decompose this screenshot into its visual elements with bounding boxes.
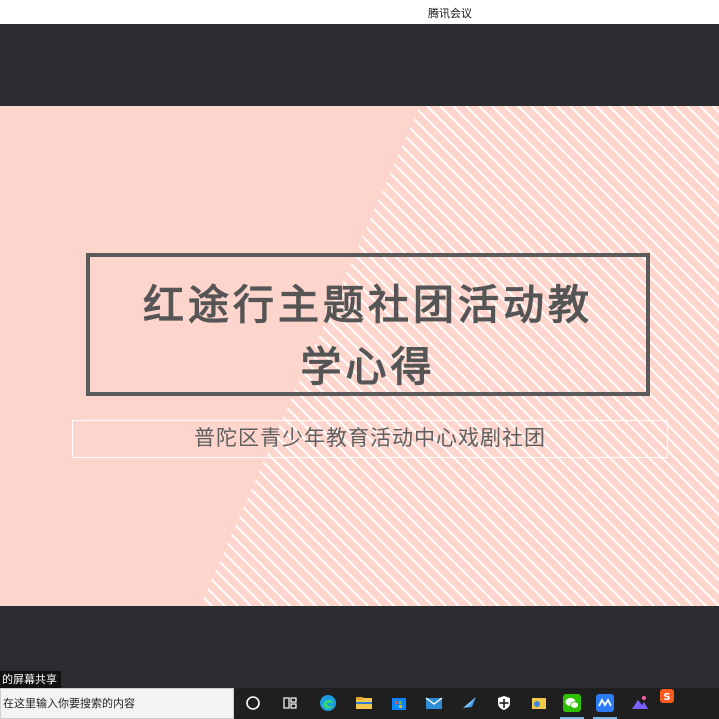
stripe-line [0, 106, 43, 606]
tencent-meeting-icon[interactable] [595, 693, 615, 713]
sogou-input-icon[interactable]: S [660, 689, 674, 703]
stripe-line [0, 106, 4, 606]
taskbar-search-input[interactable] [1, 689, 229, 718]
stripe-line [0, 106, 56, 606]
app-titlebar: 腾讯会议 [0, 0, 719, 25]
task-view-icon[interactable] [280, 693, 300, 713]
stripe-line [0, 106, 69, 606]
stripe-line [0, 106, 17, 606]
photos-app-icon[interactable] [630, 693, 650, 713]
security-shield-icon[interactable] [494, 693, 514, 713]
stripe-line [0, 106, 30, 606]
file-explorer-icon[interactable] [354, 693, 374, 713]
slide-title-frame: 红途行主题社团活动教 学心得 [86, 253, 650, 396]
mail-icon[interactable] [424, 693, 444, 713]
windows-taskbar: S [0, 688, 719, 719]
stripe-line [0, 106, 95, 606]
app-feather-icon[interactable] [460, 693, 480, 713]
cortana-icon[interactable] [243, 693, 263, 713]
microsoft-store-icon[interactable] [389, 693, 409, 713]
slide-subtitle: 普陀区青少年教育活动中心戏剧社团 [194, 426, 546, 450]
user-folder-icon[interactable] [529, 693, 549, 713]
window-title: 腾讯会议 [428, 7, 472, 20]
slide-title-line-2: 学心得 [300, 343, 436, 391]
slide-subtitle-frame: 普陀区青少年教育活动中心戏剧社团 [72, 420, 668, 458]
slide-title-line-1: 红途行主题社团活动教 [143, 281, 593, 329]
edge-browser-icon[interactable] [318, 693, 338, 713]
wechat-icon[interactable] [562, 693, 582, 713]
svg-text:S: S [663, 692, 670, 703]
presentation-slide: 红途行主题社团活动教 学心得 普陀区青少年教育活动中心戏剧社团 [0, 106, 719, 606]
taskbar-search-box[interactable] [0, 688, 234, 719]
screen-share-label: 的屏幕共享 [0, 671, 61, 688]
stripe-line [0, 106, 82, 606]
